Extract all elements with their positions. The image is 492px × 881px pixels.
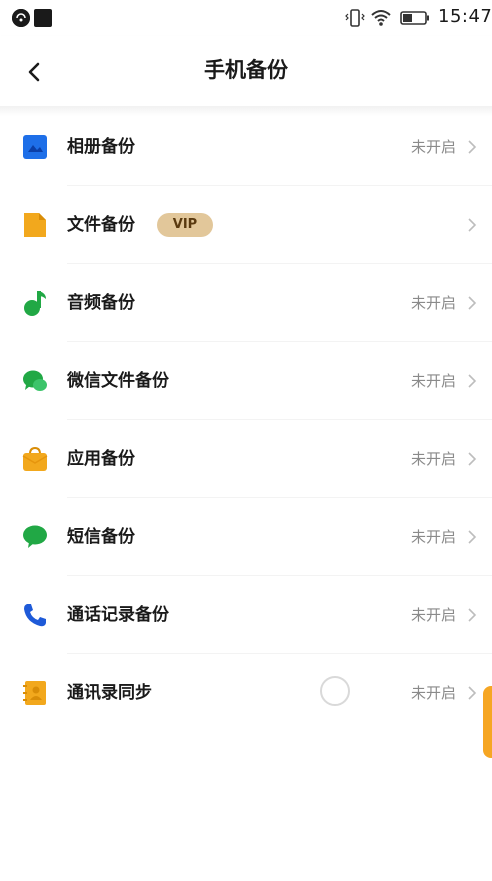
row-label: 文件备份 [67,215,135,235]
chevron-right-icon [468,374,477,388]
row-label: 音频备份 [67,293,135,313]
message-bubble-icon [22,524,48,550]
chevron-right-icon [468,218,477,232]
battery-icon [400,10,430,26]
chevron-right-icon [468,452,477,466]
file-icon [22,212,48,238]
contacts-book-icon [22,680,48,706]
header: 手机备份 [0,36,492,106]
row-file-backup[interactable]: 文件备份 VIP [0,186,492,264]
row-wechat-backup[interactable]: 微信文件备份 未开启 [0,342,492,420]
chevron-right-icon [468,686,477,700]
phone-icon [22,602,48,628]
wifi-icon [370,7,392,29]
loading-spinner [320,676,350,706]
chevron-right-icon [468,296,477,310]
backup-list: 相册备份 未开启 文件备份 VIP 音频备份 未开启 微信文件备份 未开启 应用… [0,108,492,732]
row-album-backup[interactable]: 相册备份 未开启 [0,108,492,186]
status-bar: 15:47 [0,0,492,36]
row-status: 未开启 [410,138,456,156]
music-note-icon [22,290,48,316]
vibrate-icon [344,7,366,29]
row-status: 未开启 [410,372,456,390]
row-status: 未开启 [410,606,456,624]
row-audio-backup[interactable]: 音频备份 未开启 [0,264,492,342]
notification-icon [12,9,30,27]
row-contacts-sync[interactable]: 通讯录同步 未开启 [0,654,492,732]
wechat-icon [22,368,48,394]
floating-side-tab[interactable] [483,686,492,758]
chevron-right-icon [468,140,477,154]
app-bag-icon [22,446,48,472]
page-title: 手机备份 [204,58,288,82]
row-label: 微信文件备份 [67,371,169,391]
row-label: 应用备份 [67,449,135,469]
row-call-log-backup[interactable]: 通话记录备份 未开启 [0,576,492,654]
row-status: 未开启 [410,528,456,546]
row-label: 通话记录备份 [67,605,169,625]
row-sms-backup[interactable]: 短信备份 未开启 [0,498,492,576]
row-status: 未开启 [410,450,456,468]
row-label: 短信备份 [67,527,135,547]
chevron-right-icon [468,608,477,622]
row-status: 未开启 [410,294,456,312]
chevron-right-icon [468,530,477,544]
row-label: 通讯录同步 [67,683,152,703]
screen: 15:47 手机备份 相册备份 未开启 文件备份 VIP 音频备份 未开启 微信… [0,0,492,881]
row-app-backup[interactable]: 应用备份 未开启 [0,420,492,498]
album-icon [22,134,48,160]
app-icon [34,9,52,27]
row-status: 未开启 [410,684,456,702]
vip-badge: VIP [157,213,213,237]
row-label: 相册备份 [67,137,135,157]
status-time: 15:47 [438,6,492,27]
